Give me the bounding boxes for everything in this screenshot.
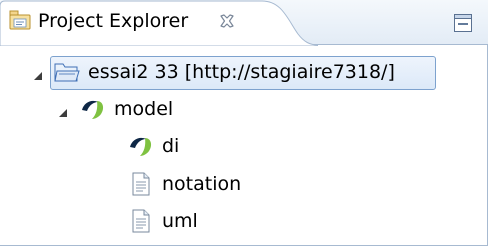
expanded-twisty-icon[interactable]: [32, 67, 44, 80]
view-tab-bar: Project Explorer: [0, 0, 488, 46]
tree-item-di-label[interactable]: di: [162, 133, 179, 159]
tree-item-model-label[interactable]: model: [114, 96, 173, 122]
project-explorer-icon: [9, 10, 31, 30]
project-explorer-view: Project Explorer essai2 33 [http://stagi…: [0, 0, 488, 246]
papyrus-model-icon: [128, 134, 154, 158]
tree-item-uml-label[interactable]: uml: [162, 208, 198, 234]
file-icon: [130, 172, 156, 196]
minimize-icon[interactable]: [452, 12, 474, 34]
file-icon: [130, 209, 156, 233]
papyrus-model-icon: [80, 97, 106, 121]
project-folder-icon: [54, 60, 80, 84]
tree-item-project-label[interactable]: essai2 33 [http://stagiaire7318/]: [88, 59, 395, 85]
tab-project-explorer[interactable]: Project Explorer: [0, 0, 318, 46]
tab-label: Project Explorer: [38, 10, 189, 32]
expanded-twisty-icon[interactable]: [57, 104, 69, 117]
tree-item-notation-label[interactable]: notation: [162, 171, 241, 197]
close-icon[interactable]: [216, 10, 238, 32]
